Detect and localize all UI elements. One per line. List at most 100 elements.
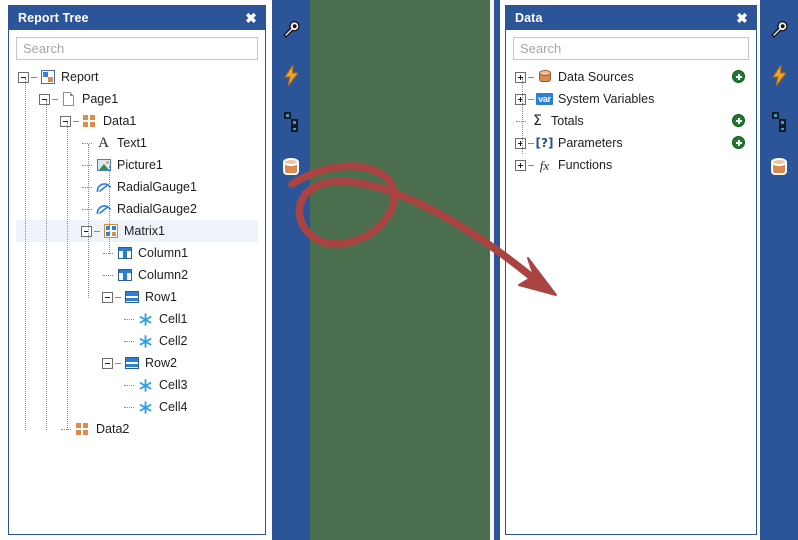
collapse-toggle-icon[interactable] <box>81 225 92 237</box>
cell-icon <box>137 311 154 327</box>
tree-nodes-icon <box>770 112 788 132</box>
data-band-icon <box>74 421 91 437</box>
tree-connector <box>31 76 37 78</box>
data-search-input[interactable] <box>513 37 749 60</box>
collapse-toggle-icon[interactable] <box>60 115 71 127</box>
cell-icon <box>137 333 154 349</box>
wrench-icon <box>770 20 788 38</box>
collapse-toggle-icon[interactable] <box>39 93 50 105</box>
tree-node-radialgauge2[interactable]: RadialGauge2 <box>16 198 258 220</box>
report-tree-search-input[interactable] <box>16 37 258 60</box>
tree-node-row2[interactable]: Row2 <box>16 352 258 374</box>
tree-guide-line <box>522 78 523 154</box>
design-canvas[interactable] <box>310 0 490 540</box>
data-tree[interactable]: Data Sources var System Variables Σ Totals [?… <box>513 66 749 176</box>
add-parameters-button[interactable] <box>732 136 745 149</box>
properties-wrench-icon[interactable] <box>272 6 310 52</box>
tree-guide-line <box>46 100 47 430</box>
text-icon: A <box>98 135 109 151</box>
lightning-bolt-icon <box>771 64 787 86</box>
data-node-totals[interactable]: Σ Totals <box>513 110 749 132</box>
data-node-functions[interactable]: fx Functions <box>513 154 749 176</box>
tree-node-cell4[interactable]: Cell4 <box>16 396 258 418</box>
tree-connector <box>528 142 534 144</box>
application-window: Report Tree ✖ Report Page1 Data1 A Text1 Pict… <box>0 0 798 540</box>
tree-node-label: Data1 <box>103 114 137 128</box>
tree-connector <box>123 336 136 347</box>
tree-nodes-icon <box>282 112 300 132</box>
left-toolbar <box>272 0 582 540</box>
tree-node-label: Data2 <box>96 422 130 436</box>
tree-node-picture1[interactable]: Picture1 <box>16 154 258 176</box>
events-lightning-icon-right[interactable] <box>760 52 798 98</box>
report-tree-icon[interactable] <box>272 98 310 144</box>
tree-node-cell2[interactable]: Cell2 <box>16 330 258 352</box>
tree-guide-line <box>88 144 89 298</box>
tree-node-data2[interactable]: Data2 <box>16 418 258 440</box>
expand-toggle-icon[interactable] <box>515 159 526 171</box>
close-icon[interactable]: ✖ <box>734 10 750 26</box>
row-icon <box>123 289 140 305</box>
report-tree-icon-right[interactable] <box>760 98 798 144</box>
tree-connector <box>528 98 534 100</box>
tree-node-data1[interactable]: Data1 <box>16 110 258 132</box>
expand-toggle-icon[interactable] <box>515 71 526 83</box>
collapse-toggle-icon[interactable] <box>102 291 113 303</box>
report-tree[interactable]: Report Page1 Data1 A Text1 Picture1 RadialGaug… <box>16 66 258 440</box>
data-node-data-sources[interactable]: Data Sources <box>513 66 749 88</box>
properties-wrench-icon-right[interactable] <box>760 6 798 52</box>
collapse-toggle-icon[interactable] <box>102 357 113 369</box>
tree-node-row1[interactable]: Row1 <box>16 286 258 308</box>
data-node-parameters[interactable]: [?] Parameters <box>513 132 749 154</box>
tree-node-text1[interactable]: A Text1 <box>16 132 258 154</box>
tree-node-cell1[interactable]: Cell1 <box>16 308 258 330</box>
tree-connector <box>52 98 58 100</box>
tree-node-label: Cell3 <box>159 378 188 392</box>
tree-node-label: Column2 <box>138 268 189 282</box>
data-node-label: System Variables <box>558 92 655 106</box>
tree-node-page1[interactable]: Page1 <box>16 88 258 110</box>
report-tree-panel-body: Report Page1 Data1 A Text1 Picture1 RadialGaug… <box>9 30 265 534</box>
data-panel: Data ✖ Data Sources var System Variables ΣT… <box>505 5 757 535</box>
fx-icon: fx <box>539 157 550 173</box>
tree-node-label: Row2 <box>145 356 177 370</box>
data-panel-body: Data Sources var System Variables Σ Totals [?… <box>506 30 756 534</box>
tree-connector <box>115 296 121 298</box>
parameter-icon: [?] <box>535 135 554 150</box>
collapse-toggle-icon[interactable] <box>18 71 29 83</box>
tree-connector <box>73 120 79 122</box>
database-icon <box>536 69 553 85</box>
cell-icon <box>137 377 154 393</box>
tree-node-matrix1[interactable]: Matrix1 <box>16 220 258 242</box>
tree-node-column2[interactable]: Column2 <box>16 264 258 286</box>
expand-toggle-icon[interactable] <box>515 93 526 105</box>
data-icon-right[interactable] <box>760 144 798 190</box>
expand-toggle-icon[interactable] <box>515 137 526 149</box>
tree-connector <box>528 164 534 166</box>
tree-node-label: Matrix1 <box>124 224 165 238</box>
tree-node-report[interactable]: Report <box>16 66 258 88</box>
tree-node-label: RadialGauge1 <box>117 180 197 194</box>
data-icon[interactable] <box>272 144 310 190</box>
tree-node-cell3[interactable]: Cell3 <box>16 374 258 396</box>
tree-guide-line <box>109 166 110 254</box>
tree-node-label: Cell1 <box>159 312 188 326</box>
page-icon <box>60 91 77 107</box>
tree-node-radialgauge1[interactable]: RadialGauge1 <box>16 176 258 198</box>
add-totals-button[interactable] <box>732 114 745 127</box>
tree-node-column1[interactable]: Column1 <box>16 242 258 264</box>
report-tree-panel: Report Tree ✖ Report Page1 Data1 A Text1 Pict… <box>8 5 266 535</box>
data-node-system-variables[interactable]: var System Variables <box>513 88 749 110</box>
data-node-label: Totals <box>551 114 584 128</box>
events-lightning-icon[interactable] <box>272 52 310 98</box>
add-data-sources-button[interactable] <box>732 70 745 83</box>
database-cylinder-icon <box>771 157 787 177</box>
tree-node-label: Report <box>61 70 99 84</box>
tree-node-label: Picture1 <box>117 158 163 172</box>
close-icon[interactable]: ✖ <box>243 10 259 26</box>
tree-node-label: Row1 <box>145 290 177 304</box>
tree-connector <box>528 76 534 78</box>
data-node-label: Functions <box>558 158 613 172</box>
database-cylinder-icon <box>283 157 299 177</box>
report-icon <box>39 69 56 85</box>
